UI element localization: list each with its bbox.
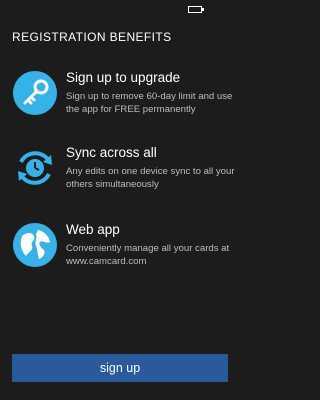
globe-icon: [12, 222, 58, 268]
key-icon: [12, 70, 58, 116]
sync-clock-icon: [12, 145, 58, 191]
benefit-title: Sync across all: [66, 145, 157, 160]
page-title: REGISTRATION BENEFITS: [12, 30, 172, 44]
benefit-title: Web app: [66, 222, 120, 237]
benefit-sign-up-to-upgrade: Sign up to upgrade Sign up to remove 60-…: [12, 70, 234, 130]
benefit-web-app: Web app Conveniently manage all your car…: [12, 222, 234, 282]
benefit-sync-across-all: Sync across all Any edits on one device …: [12, 145, 235, 205]
sign-up-button[interactable]: sign up: [12, 354, 228, 382]
benefit-description: Sign up to remove 60-day limit and use t…: [66, 91, 233, 115]
benefit-description: Any edits on one device sync to all your…: [66, 166, 235, 190]
battery-icon: [188, 6, 204, 13]
benefit-description: Conveniently manage all your cards at ww…: [66, 243, 230, 267]
status-bar: [0, 0, 240, 18]
benefit-title: Sign up to upgrade: [66, 70, 181, 85]
